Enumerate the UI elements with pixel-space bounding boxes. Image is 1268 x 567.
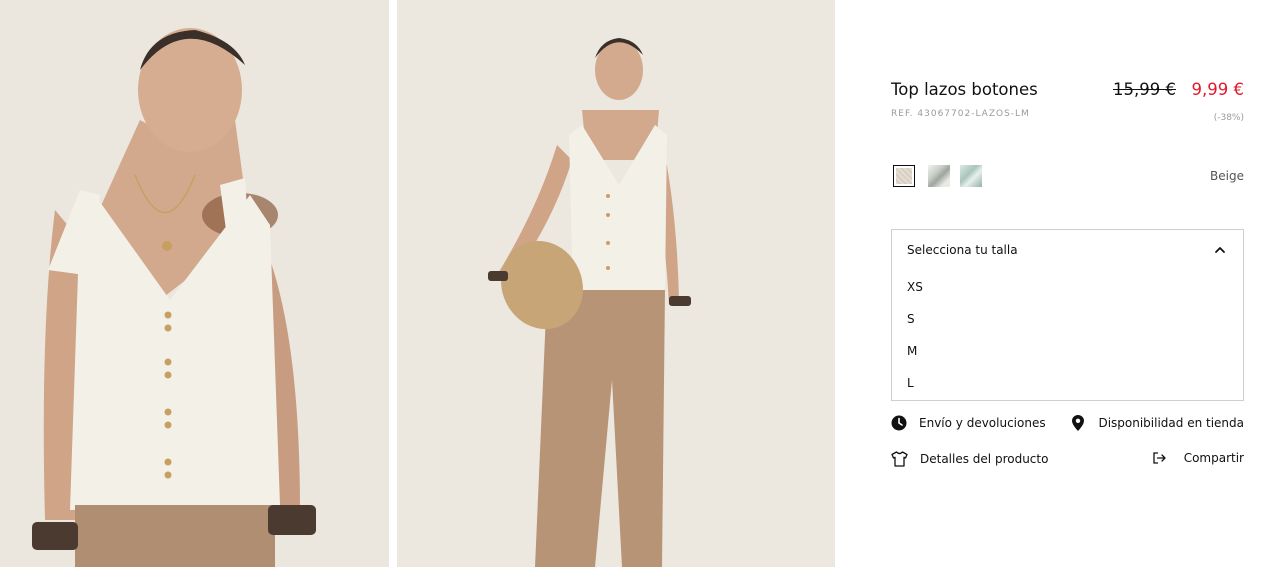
size-option-xs[interactable]: XS xyxy=(907,280,923,294)
size-dropdown-label[interactable]: Selecciona tu talla xyxy=(907,243,1018,257)
product-info-panel: Top lazos botones REF. 43067702-LAZOS-LM… xyxy=(891,0,1244,567)
product-title: Top lazos botones xyxy=(891,80,1038,99)
store-availability-link[interactable]: Disponibilidad en tienda xyxy=(1072,415,1244,431)
location-pin-icon xyxy=(1072,415,1085,431)
discount-badge: (-38%) xyxy=(1213,113,1244,123)
product-photo-front[interactable] xyxy=(0,0,389,567)
share-label: Compartir xyxy=(1183,451,1244,465)
color-swatch-print-mint[interactable] xyxy=(960,165,982,187)
clock-icon xyxy=(891,415,907,431)
size-option-m[interactable]: M xyxy=(907,344,917,358)
color-swatch-print-grey[interactable] xyxy=(928,165,950,187)
share-link[interactable]: Compartir xyxy=(1153,451,1244,465)
selected-color-name: Beige xyxy=(1210,169,1244,183)
size-option-s[interactable]: S xyxy=(907,312,915,326)
shipping-returns-label: Envío y devoluciones xyxy=(919,416,1046,430)
original-price: 15,99 € xyxy=(1113,80,1176,99)
color-swatch-beige[interactable] xyxy=(893,165,915,187)
tshirt-icon xyxy=(891,451,908,467)
store-availability-label: Disponibilidad en tienda xyxy=(1098,416,1244,430)
swatch-fill xyxy=(896,168,912,184)
sale-price: 9,99 € xyxy=(1191,80,1244,99)
size-dropdown[interactable]: Selecciona tu talla XS S M L xyxy=(891,229,1244,401)
share-arrow-icon xyxy=(1153,452,1166,464)
shipping-returns-link[interactable]: Envío y devoluciones xyxy=(891,415,1046,431)
product-photo-full[interactable] xyxy=(397,0,835,567)
product-details-link[interactable]: Detalles del producto xyxy=(891,451,1048,467)
size-option-l[interactable]: L xyxy=(907,376,914,390)
chevron-up-icon[interactable] xyxy=(1213,243,1227,257)
product-reference: REF. 43067702-LAZOS-LM xyxy=(891,109,1030,119)
product-details-label: Detalles del producto xyxy=(920,452,1049,466)
